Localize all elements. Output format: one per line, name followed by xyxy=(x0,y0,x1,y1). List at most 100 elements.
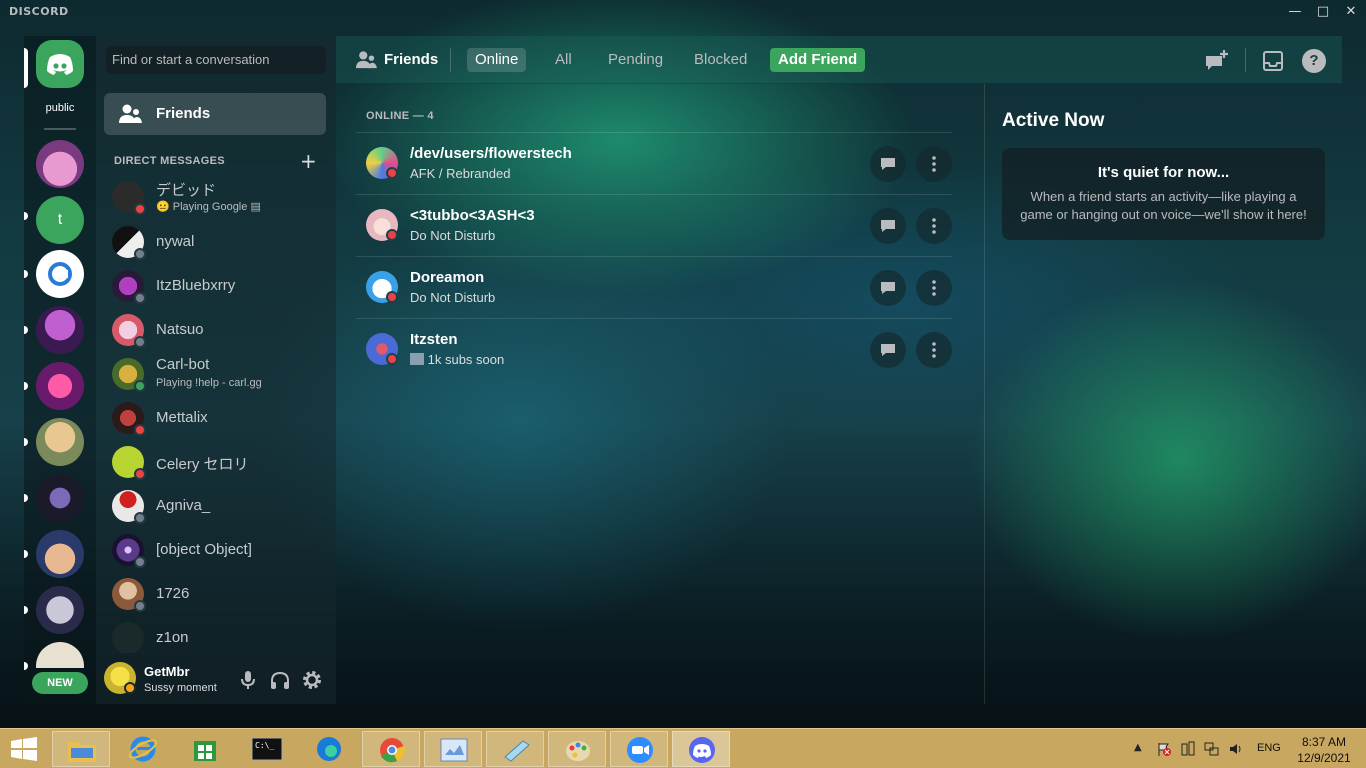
headphones-icon[interactable] xyxy=(268,668,292,692)
inbox-icon[interactable] xyxy=(1261,49,1285,73)
server-icon[interactable] xyxy=(36,530,84,578)
system-clock[interactable]: 8:37 AM 12/9/2021 xyxy=(1296,734,1352,766)
friends-list: ONLINE — 4 /dev/users/flowerstech AFK / … xyxy=(336,84,984,704)
dm-name: Natsuo xyxy=(156,321,204,338)
dm-name: 1726 xyxy=(156,585,190,602)
more-vertical-icon xyxy=(932,342,936,358)
dm-item[interactable]: Agniva_ xyxy=(104,485,326,527)
volume-icon[interactable] xyxy=(1228,741,1244,757)
file-explorer-icon[interactable] xyxy=(52,731,110,767)
dm-item[interactable]: nywal xyxy=(104,221,326,263)
device-icon[interactable] xyxy=(1180,741,1196,757)
dm-item[interactable]: Natsuo xyxy=(104,309,326,351)
server-icon[interactable] xyxy=(36,474,84,522)
paint-icon[interactable] xyxy=(548,731,606,767)
dm-name: z1on xyxy=(156,629,189,646)
settings-gear-icon[interactable] xyxy=(300,668,324,692)
server-icon[interactable] xyxy=(36,586,84,634)
server-icon[interactable] xyxy=(36,140,84,188)
friend-row[interactable]: Itzsten 1k subs soon xyxy=(356,318,952,380)
dnd-status-icon xyxy=(386,167,398,179)
edge-browser-icon[interactable] xyxy=(300,731,358,767)
server-icon[interactable] xyxy=(36,418,84,466)
action-center-flag-icon[interactable] xyxy=(1156,741,1172,757)
friend-row[interactable]: Doreamon Do Not Disturb xyxy=(356,256,952,318)
dm-name: Agniva_ xyxy=(156,497,211,514)
friend-name: /dev/users/flowerstech xyxy=(410,145,572,162)
status-indicator xyxy=(134,248,146,260)
search-input[interactable]: Find or start a conversation xyxy=(106,46,326,74)
help-icon[interactable]: ? xyxy=(1302,49,1326,73)
message-button[interactable] xyxy=(870,146,906,182)
server-icon[interactable] xyxy=(36,642,84,668)
home-button[interactable] xyxy=(36,40,84,88)
message-button[interactable] xyxy=(870,270,906,306)
windows-start-icon[interactable] xyxy=(10,737,38,761)
message-button[interactable] xyxy=(870,332,906,368)
dm-item[interactable]: z1on xyxy=(104,617,326,653)
dm-item[interactable]: Carl-bot Playing !help - carl.gg xyxy=(104,353,326,395)
chrome-icon[interactable] xyxy=(362,731,420,767)
more-options-button[interactable] xyxy=(916,208,952,244)
server-icon[interactable] xyxy=(36,306,84,354)
create-dm-plus-icon[interactable]: + xyxy=(300,149,317,173)
tab-pending[interactable]: Pending xyxy=(600,48,671,72)
dm-item[interactable]: Mettalix xyxy=(104,397,326,439)
tab-blocked[interactable]: Blocked xyxy=(686,48,755,72)
dm-sidebar: Find or start a conversation Friends DIR… xyxy=(96,36,336,704)
microsoft-store-icon[interactable] xyxy=(176,731,234,767)
friends-nav-item[interactable]: Friends xyxy=(104,93,326,135)
internet-explorer-icon[interactable] xyxy=(114,731,172,767)
direct-messages-header: DIRECT MESSAGES xyxy=(114,155,225,167)
close-button[interactable]: ✕ xyxy=(1336,2,1366,22)
tab-all[interactable]: All xyxy=(547,48,580,72)
user-panel: GetMbr Sussy moment xyxy=(96,656,336,704)
dm-name: Celery セロリ xyxy=(156,456,249,473)
maximize-button[interactable]: □ xyxy=(1308,2,1338,22)
more-options-button[interactable] xyxy=(916,332,952,368)
server-icon[interactable] xyxy=(36,362,84,410)
user-status-text: Sussy moment xyxy=(144,682,217,694)
zoom-icon[interactable] xyxy=(610,731,668,767)
dm-item[interactable]: デビッド 😐 Playing Google ▤ xyxy=(104,176,326,218)
server-icon[interactable] xyxy=(36,250,84,298)
message-button[interactable] xyxy=(870,208,906,244)
show-hidden-icons-chevron-icon[interactable]: ▲ xyxy=(1134,742,1142,753)
tab-online[interactable]: Online xyxy=(467,48,527,72)
username: GetMbr xyxy=(144,664,190,679)
dm-item[interactable]: 1726 xyxy=(104,573,326,615)
more-options-button[interactable] xyxy=(916,270,952,306)
friend-row[interactable]: /dev/users/flowerstech AFK / Rebranded xyxy=(356,132,952,194)
dnd-status-icon xyxy=(386,291,398,303)
add-friend-button[interactable]: Add Friend xyxy=(770,48,866,72)
more-vertical-icon xyxy=(932,156,936,172)
server-rail: public t NEW xyxy=(24,36,96,704)
discord-logo-icon xyxy=(47,54,73,75)
network-icon[interactable] xyxy=(1204,741,1220,757)
microphone-icon[interactable] xyxy=(236,668,260,692)
selected-indicator xyxy=(24,48,28,88)
notepad-icon[interactable] xyxy=(486,731,544,767)
friends-label: Friends xyxy=(156,105,211,122)
status-indicator xyxy=(134,292,146,304)
friend-status: Do Not Disturb xyxy=(410,228,496,243)
dm-item[interactable]: Celery セロリ xyxy=(104,441,326,483)
dm-item[interactable]: [object Object] xyxy=(104,529,326,571)
dm-name: ItzBluebxrry xyxy=(156,277,236,294)
friend-name: Doreamon xyxy=(410,269,485,286)
new-group-dm-icon[interactable] xyxy=(1204,48,1230,72)
more-options-button[interactable] xyxy=(916,146,952,182)
dm-item[interactable]: ItzBluebxrry xyxy=(104,265,326,307)
input-language[interactable]: ENG xyxy=(1257,742,1281,754)
friend-row[interactable]: <3tubbo<3ASH<3 Do Not Disturb xyxy=(356,194,952,256)
chat-bubble-icon xyxy=(881,220,895,232)
app-window-icon[interactable] xyxy=(424,731,482,767)
discord-taskbar-icon[interactable] xyxy=(672,731,730,767)
minimize-button[interactable]: — xyxy=(1280,2,1310,22)
header-divider xyxy=(1245,48,1246,72)
command-prompt-icon[interactable]: C:\_ xyxy=(238,731,296,767)
app-brand: DISCORD xyxy=(9,5,69,18)
friend-status: Do Not Disturb xyxy=(410,290,496,305)
new-badge[interactable]: NEW xyxy=(32,672,88,694)
server-t-icon[interactable]: t xyxy=(36,196,84,244)
